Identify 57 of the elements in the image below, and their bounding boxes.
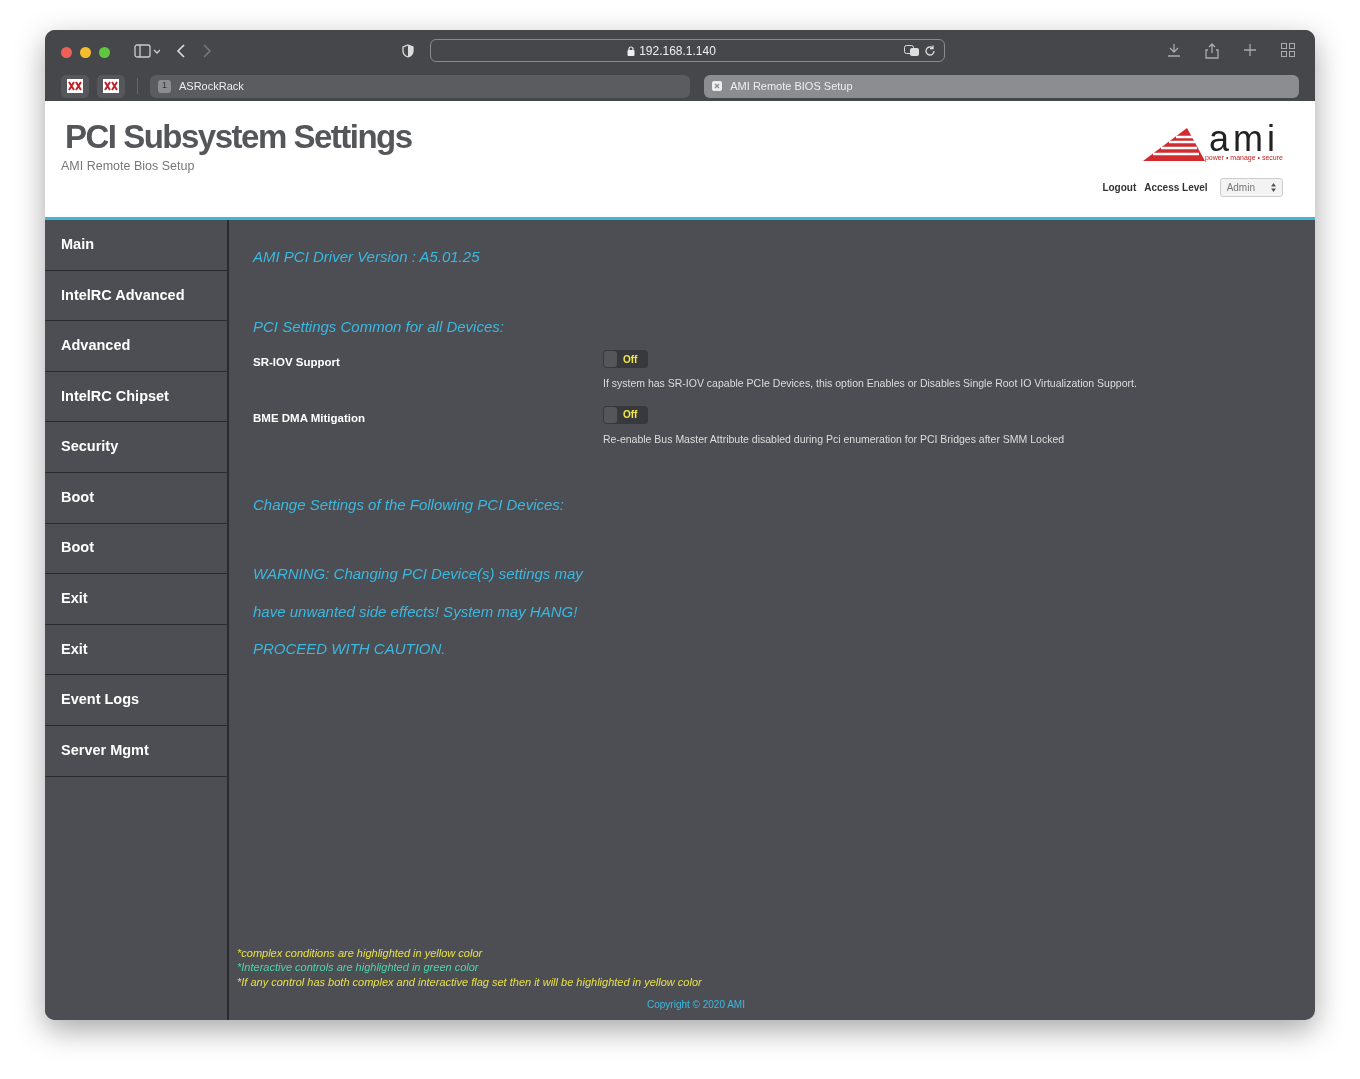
access-level-label: Access Level xyxy=(1144,181,1208,195)
section-heading: Change Settings of the Following PCI Devices: xyxy=(253,494,565,515)
pinned-tab[interactable] xyxy=(61,74,89,98)
shield-icon[interactable] xyxy=(402,43,414,58)
access-level-select[interactable]: Admin xyxy=(1219,178,1283,197)
footnote: *If any control has both complex and interactive flag set then it will be highlighted in yellow color xyxy=(237,974,703,989)
sidebar-item[interactable]: Boot xyxy=(45,523,227,575)
sidebar-item[interactable]: Main xyxy=(45,220,227,271)
url-text: 192.168.1.140 xyxy=(639,42,716,60)
pinned-tab[interactable] xyxy=(97,74,125,98)
new-tab-icon[interactable] xyxy=(1243,42,1257,59)
tab-number: 1 xyxy=(158,79,171,93)
sidebar-item[interactable]: Security xyxy=(45,422,227,473)
window-control-icon[interactable] xyxy=(99,47,110,58)
warning-text: WARNING: Changing PCI Device(s) settings may xyxy=(253,564,585,584)
logo-stripes-icon xyxy=(1142,128,1205,162)
footnote: *complex conditions are highlighted in yellow color xyxy=(237,945,484,960)
sidebar-item[interactable]: Event Logs xyxy=(45,675,227,726)
tabs-overview-icon[interactable] xyxy=(1281,42,1295,59)
browser-tab[interactable]: 1 ASRockRack xyxy=(150,74,691,98)
footnote: *Interactive controls are highlighted in green color xyxy=(237,960,480,975)
back-icon[interactable] xyxy=(176,43,186,58)
setting-label: BME DMA Mitigation xyxy=(253,410,366,426)
page-title: PCI Subsystem Settings xyxy=(64,117,412,157)
logo-text: ami xyxy=(1208,125,1279,153)
window-control-icon[interactable] xyxy=(61,47,72,58)
help-text: Re-enable Bus Master Attribute disabled during Pci enumeration for PCI Bridges after SMM Locked xyxy=(603,431,1065,447)
logout-link[interactable]: Logout xyxy=(1102,180,1137,195)
driver-version: AMI PCI Driver Version : A5.01.25 xyxy=(253,247,481,267)
sidebar-item[interactable]: Boot xyxy=(45,472,227,524)
download-icon[interactable] xyxy=(1167,42,1181,59)
sidebar-item[interactable]: IntelRC Chipset xyxy=(45,371,227,423)
section-heading: PCI Settings Common for all Devices: xyxy=(253,316,505,337)
close-icon[interactable] xyxy=(712,81,723,91)
favicon-icon xyxy=(67,79,83,93)
sidebar-item[interactable]: IntelRC Advanced xyxy=(45,270,227,322)
lock-icon xyxy=(627,45,636,56)
address-bar[interactable]: 192.168.1.140 xyxy=(430,39,945,62)
sidebar-item[interactable]: Exit xyxy=(45,624,227,676)
favicon-icon xyxy=(103,79,119,93)
reload-icon[interactable] xyxy=(924,44,936,57)
sidebar-icon[interactable] xyxy=(134,43,160,58)
sidebar-item[interactable]: Advanced xyxy=(45,321,227,372)
translate-icon[interactable] xyxy=(904,44,920,57)
window-control-icon[interactable] xyxy=(80,47,91,58)
share-icon[interactable] xyxy=(1205,42,1219,59)
select-arrows-icon xyxy=(1271,183,1276,192)
warning-text: PROCEED WITH CAUTION. xyxy=(253,639,447,659)
toggle-switch[interactable]: Off xyxy=(603,405,648,424)
warning-text: have unwanted side effects! System may HANG! xyxy=(253,601,579,622)
sidebar-item[interactable]: Server Mgmt xyxy=(45,725,227,777)
page-subtitle: AMI Remote Bios Setup xyxy=(61,157,196,175)
toggle-switch[interactable]: Off xyxy=(603,350,648,368)
sidebar-item[interactable]: Exit xyxy=(45,574,227,625)
help-text: If system has SR-IOV capable PCIe Devices, this option Enables or Disables Single Root IO Virtualization Support. xyxy=(603,376,1137,391)
copyright: Copyright © 2020 AMI xyxy=(646,998,746,1012)
setting-label: SR-IOV Support xyxy=(253,355,341,370)
